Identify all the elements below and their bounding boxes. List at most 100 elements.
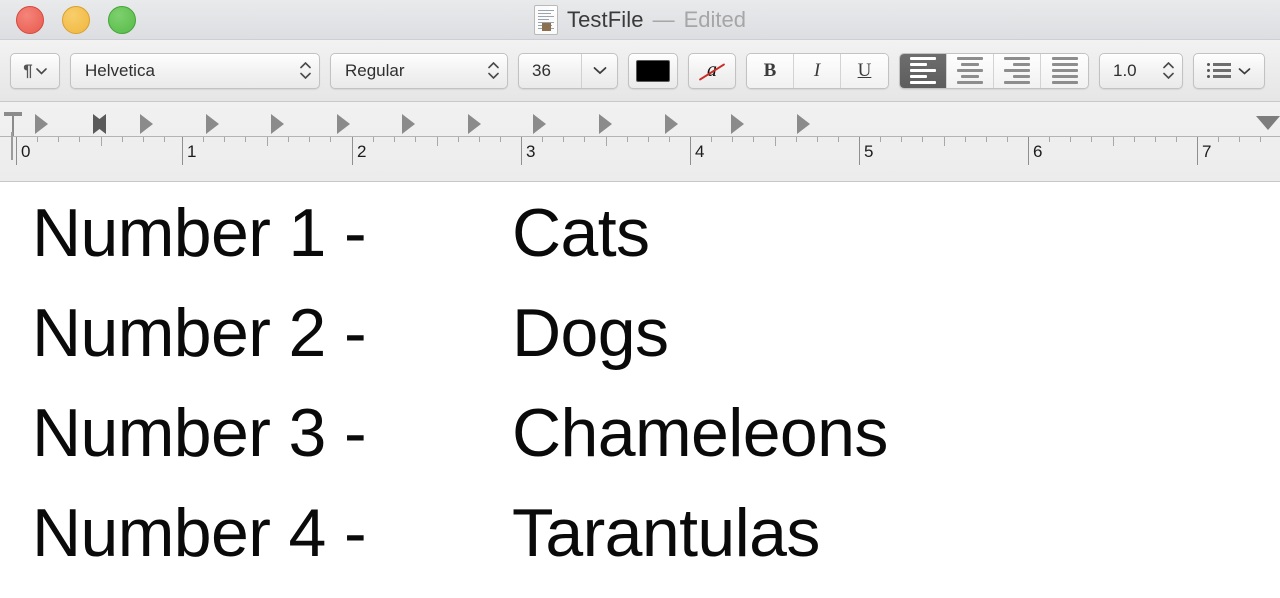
document-ruler[interactable]: 0 1 2 3 4 5 6 7 — [0, 102, 1280, 182]
font-size-value[interactable]: 36 — [519, 61, 581, 81]
ruler-tick-minor — [1113, 137, 1114, 146]
tab-stop-marker[interactable] — [731, 114, 744, 134]
right-indent-marker[interactable] — [1256, 116, 1280, 130]
ruler-tick-minor — [1091, 137, 1092, 142]
ruler-tick-minor — [965, 137, 966, 142]
document-text-area[interactable]: Number 1 - Cats Number 2 - Dogs Number 3… — [0, 183, 1280, 598]
ruler-tick-minor — [986, 137, 987, 142]
ruler-tick-minor — [584, 137, 585, 142]
line-spacing-stepper[interactable]: 1.0 — [1099, 52, 1183, 89]
document-line[interactable]: Number 1 - Cats — [0, 183, 1280, 283]
stepper-icon — [1163, 62, 1174, 79]
ruler-tick-minor — [309, 137, 310, 142]
ruler-tick-minor — [1007, 137, 1008, 142]
remove-color-button[interactable]: a — [688, 52, 736, 89]
line-spacing-value: 1.0 — [1113, 60, 1137, 80]
typeface-value: Regular — [345, 60, 405, 80]
ruler-number: 7 — [1202, 142, 1212, 161]
ruler-tick-minor — [563, 137, 564, 142]
tab-stop-marker[interactable] — [140, 114, 153, 134]
ruler-tick-minor — [944, 137, 945, 146]
ruler-baseline — [0, 136, 1280, 137]
tab-stop-marker[interactable] — [468, 114, 481, 134]
ruler-tick-minor — [164, 137, 165, 142]
ruler-tick-major — [521, 137, 522, 165]
paragraph-style-dropdown[interactable]: ¶ — [10, 52, 60, 89]
stepper-icon — [300, 62, 311, 79]
line-label: Number 1 - — [32, 195, 367, 271]
align-center-icon — [957, 57, 983, 84]
ruler-number: 5 — [864, 142, 874, 161]
ruler-tick-minor — [1134, 137, 1135, 142]
align-right-icon — [1004, 57, 1030, 84]
ruler-tick-minor — [79, 137, 80, 142]
document-icon — [534, 5, 558, 35]
font-size-combobox[interactable]: 36 — [518, 52, 618, 89]
tab-stop-marker[interactable] — [337, 114, 350, 134]
tab-stop-marker[interactable] — [665, 114, 678, 134]
ruler-tick-minor — [224, 137, 225, 142]
ruler-tick-minor — [817, 137, 818, 142]
ruler-tick-minor — [732, 137, 733, 142]
window-titlebar: TestFile — Edited — [0, 0, 1280, 40]
chevron-down-icon — [1238, 67, 1251, 75]
alignment-group — [899, 52, 1089, 89]
line-value: Chameleons — [512, 395, 888, 471]
line-label: Number 4 - — [32, 495, 367, 571]
ruler-tick-minor — [648, 137, 649, 142]
tab-stop-marker[interactable] — [93, 114, 106, 134]
ruler-tick-minor — [838, 137, 839, 142]
align-right-button[interactable] — [994, 53, 1041, 88]
ruler-tick-major — [1028, 137, 1029, 165]
window-title-group: TestFile — Edited — [0, 0, 1280, 40]
ruler-tick-minor — [1155, 137, 1156, 142]
line-label: Number 2 - — [32, 295, 367, 371]
ruler-tick-minor — [669, 137, 670, 142]
font-family-dropdown[interactable]: Helvetica — [70, 52, 320, 89]
font-family-value: Helvetica — [85, 60, 155, 80]
ruler-tick-minor — [1176, 137, 1177, 142]
left-indent-line — [11, 132, 13, 160]
ruler-tick-minor — [500, 137, 501, 142]
underline-button[interactable]: U — [841, 53, 888, 88]
document-line[interactable]: Number 4 - Tarantulas — [0, 483, 1280, 583]
align-center-button[interactable] — [947, 53, 994, 88]
ruler-tick-major — [16, 137, 17, 165]
ruler-tick-minor — [1239, 137, 1240, 142]
tab-stop-marker[interactable] — [206, 114, 219, 134]
tab-stop-marker[interactable] — [797, 114, 810, 134]
line-value: Cats — [512, 195, 650, 271]
align-left-button[interactable] — [900, 53, 947, 88]
ruler-tick-minor — [1070, 137, 1071, 142]
ruler-tick-major — [182, 137, 183, 165]
ruler-tick-major — [1197, 137, 1198, 165]
italic-button[interactable]: I — [794, 53, 841, 88]
tab-stop-marker[interactable] — [271, 114, 284, 134]
ruler-number: 0 — [21, 142, 31, 161]
tab-stop-marker[interactable] — [533, 114, 546, 134]
document-line[interactable]: Number 2 - Dogs — [0, 283, 1280, 383]
bold-button[interactable]: B — [747, 53, 794, 88]
tab-stop-marker[interactable] — [402, 114, 415, 134]
align-justify-icon — [1051, 57, 1078, 84]
ruler-tick-minor — [901, 137, 902, 142]
document-line[interactable]: Number 3 - Chameleons — [0, 383, 1280, 483]
list-style-dropdown[interactable] — [1193, 52, 1265, 89]
font-size-dropdown-button[interactable] — [581, 53, 617, 88]
text-color-button[interactable] — [628, 52, 678, 89]
ruler-tick-minor — [245, 137, 246, 142]
first-line-indent-marker[interactable] — [4, 112, 22, 136]
window-title: TestFile — [567, 7, 644, 32]
italic-label: I — [813, 59, 821, 81]
ruler-tick-minor — [143, 137, 144, 142]
ruler-number: 3 — [526, 142, 536, 161]
ruler-tick-minor — [101, 137, 102, 146]
ruler-number: 1 — [187, 142, 197, 161]
line-value: Tarantulas — [512, 495, 820, 571]
ruler-tick-minor — [1049, 137, 1050, 142]
typeface-dropdown[interactable]: Regular — [330, 52, 508, 89]
tab-stop-marker[interactable] — [599, 114, 612, 134]
align-justify-button[interactable] — [1041, 53, 1088, 88]
tab-stop-marker[interactable] — [35, 114, 48, 134]
window-title-separator: — — [652, 7, 675, 32]
